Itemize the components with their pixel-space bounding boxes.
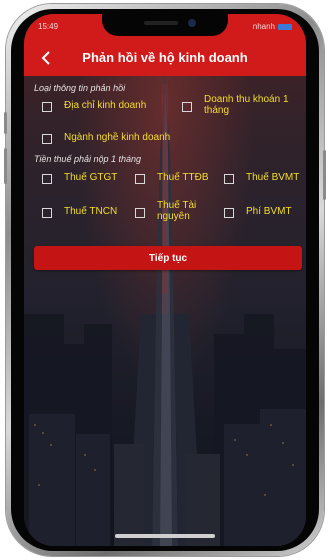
checkbox-special-consumption-tax[interactable]: Thuế TTĐB <box>135 172 209 184</box>
checkbox-vat-tax[interactable]: Thuế GTGT <box>42 172 117 184</box>
phone-notch <box>102 14 228 36</box>
checkbox-label: Thuế TNCN <box>64 206 118 217</box>
carrier-text: nhanh <box>252 22 275 31</box>
checkbox-label: Thuế TTĐB <box>157 172 209 183</box>
battery-icon <box>278 23 292 30</box>
checkbox-resource-tax[interactable]: Thuế Tài nguyên <box>135 200 205 222</box>
checkbox-box[interactable] <box>42 134 52 144</box>
continue-button[interactable]: Tiếp tục <box>34 246 302 270</box>
checkbox-label: Thuế Tài nguyên <box>157 200 197 222</box>
app-screen: 15:49 nhanh Phản hồi về hộ kinh doanh Lo… <box>24 14 306 546</box>
checkbox-box[interactable] <box>135 174 145 184</box>
checkbox-business-sector[interactable]: Ngành nghề kinh doanh <box>42 132 170 144</box>
monthly-tax-label: Tiền thuế phải nộp 1 tháng <box>34 154 142 164</box>
checkbox-label: Địa chỉ kinh doanh <box>64 100 147 111</box>
power-button <box>323 150 326 200</box>
status-time: 15:49 <box>38 22 59 31</box>
checkbox-monthly-revenue[interactable]: Doanh thu khoán 1 tháng <box>182 94 298 116</box>
checkbox-label: Phí BVMT <box>246 206 292 217</box>
camera-icon <box>188 19 196 27</box>
checkbox-box[interactable] <box>42 102 52 112</box>
checkbox-environment-fee[interactable]: Phí BVMT <box>224 206 292 218</box>
volume-button <box>4 148 7 184</box>
checkbox-label: Doanh thu khoán 1 tháng <box>204 94 289 116</box>
checkbox-label: Thuế GTGT <box>64 172 118 183</box>
checkbox-personal-income-tax[interactable]: Thuế TNCN <box>42 206 117 218</box>
feedback-type-label: Loại thông tin phản hồi <box>34 83 126 93</box>
checkbox-business-address[interactable]: Địa chỉ kinh doanh <box>42 100 146 112</box>
speaker-grille <box>144 21 178 25</box>
app-header: Phản hồi về hộ kinh doanh <box>24 40 306 76</box>
checkbox-environment-tax[interactable]: Thuế BVMT <box>224 172 299 184</box>
checkbox-box[interactable] <box>224 174 234 184</box>
page-title: Phản hồi về hộ kinh doanh <box>82 50 248 65</box>
checkbox-box[interactable] <box>224 208 234 218</box>
home-indicator <box>115 534 215 538</box>
volume-button <box>4 112 7 134</box>
checkbox-box[interactable] <box>42 208 52 218</box>
checkbox-box[interactable] <box>182 102 192 112</box>
checkbox-box[interactable] <box>135 208 145 218</box>
checkbox-label: Ngành nghề kinh doanh <box>64 132 171 143</box>
checkbox-label: Thuế BVMT <box>246 172 300 183</box>
status-right: nhanh <box>253 22 292 31</box>
checkbox-box[interactable] <box>42 174 52 184</box>
